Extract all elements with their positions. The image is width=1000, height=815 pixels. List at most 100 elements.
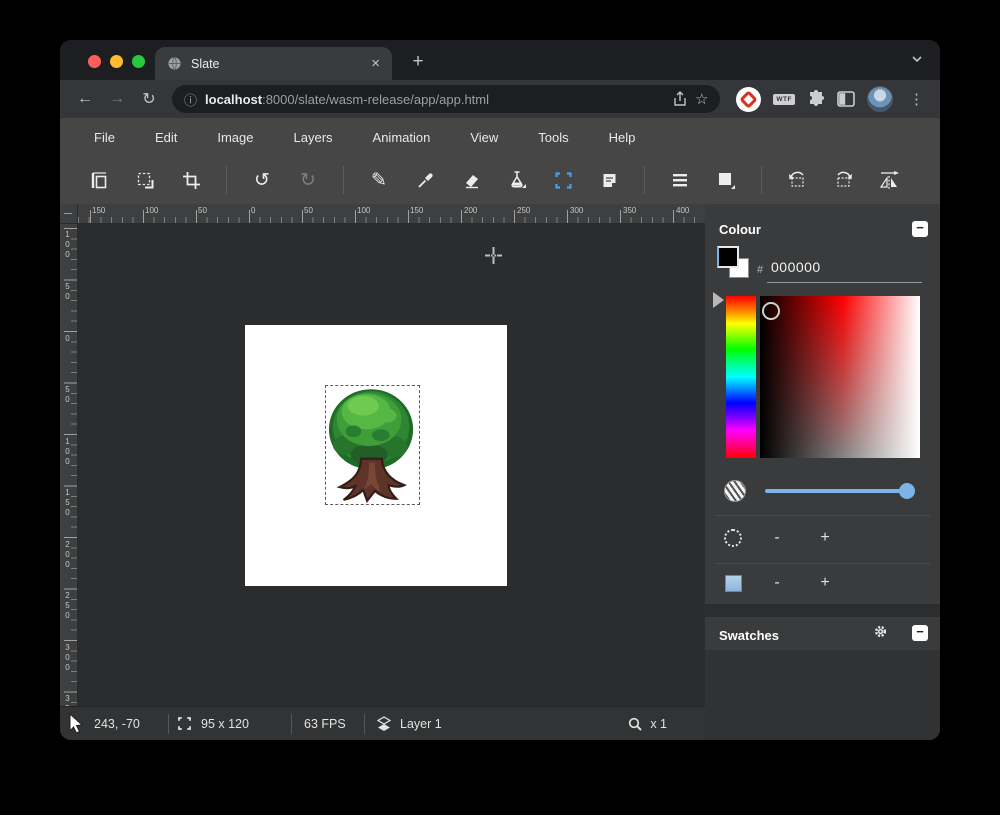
tab-close-icon[interactable]: × (371, 56, 380, 71)
ruler-label: 50 (63, 282, 72, 302)
undo-button[interactable]: ↺ (246, 164, 278, 196)
back-icon[interactable]: ← (72, 86, 98, 112)
menu-animation[interactable]: Animation (353, 118, 451, 156)
right-panel: Colour − # 000000 - + - + Swatches − (705, 204, 940, 740)
hue-slider[interactable] (726, 296, 756, 458)
ruler-corner (60, 204, 78, 224)
ruler-label: 350 (62, 694, 72, 706)
share-icon[interactable] (673, 91, 687, 107)
rotate-ccw-button[interactable] (781, 164, 813, 196)
profile-avatar[interactable] (867, 86, 893, 112)
menu-bar: File Edit Image Layers Animation View To… (60, 118, 940, 156)
url-text: localhost:8000/slate/wasm-release/app/ap… (205, 92, 665, 107)
shape-tool-button[interactable] (710, 164, 742, 196)
menu-edit[interactable]: Edit (135, 118, 197, 156)
browser-tab[interactable]: Slate × (155, 47, 392, 80)
extension-red-icon[interactable] (736, 86, 762, 112)
hex-colour-input[interactable]: 000000 (771, 259, 821, 275)
lightness-plus-button[interactable]: + (811, 526, 839, 550)
shade-minus-button[interactable]: - (763, 571, 791, 595)
magnifier-icon (629, 717, 643, 731)
colour-panel-title: Colour (719, 222, 761, 237)
site-info-icon[interactable]: ⓘ (184, 90, 197, 109)
lightness-minus-button[interactable]: - (763, 526, 791, 550)
url-host: localhost (205, 91, 263, 107)
browser-menu-kebab-icon[interactable]: ⋮ (905, 90, 928, 108)
flip-button[interactable] (873, 164, 905, 196)
forward-icon[interactable]: → (104, 86, 130, 112)
address-bar[interactable]: ⓘ localhost:8000/slate/wasm-release/app/… (172, 85, 721, 113)
traffic-lights (88, 55, 145, 68)
toolbar-divider (226, 166, 227, 194)
saturation-value-picker[interactable] (760, 296, 920, 458)
minimize-window-button[interactable] (110, 55, 123, 68)
zoom-window-button[interactable] (132, 55, 145, 68)
ruler-label: 250 (517, 206, 531, 215)
menu-file[interactable]: File (74, 118, 135, 156)
side-panel-icon[interactable] (837, 91, 855, 107)
fill-tool-button[interactable] (501, 164, 533, 196)
new-tab-button[interactable]: + (405, 49, 431, 75)
hex-input-underline (767, 282, 922, 283)
ruler-label: 300 (63, 643, 72, 673)
notes-tool-button[interactable] (593, 164, 625, 196)
foreground-colour-swatch[interactable] (717, 246, 739, 268)
ruler-label: 50 (304, 206, 313, 215)
eraser-tool-button[interactable] (455, 164, 487, 196)
swatches-panel-title: Swatches (719, 628, 779, 643)
ruler-label: 150 (410, 206, 424, 215)
ruler-label: 100 (145, 206, 159, 215)
ruler-label: 200 (464, 206, 478, 215)
ruler-label: 50 (198, 206, 207, 215)
hue-pointer-icon (713, 292, 724, 308)
current-layer-status[interactable]: Layer 1 (365, 715, 628, 732)
shade-swatch-icon (725, 575, 742, 592)
hex-prefix-label: # (757, 264, 764, 276)
lightness-icon (724, 529, 742, 547)
picker-cursor-ring[interactable] (762, 302, 780, 320)
line-thickness-button[interactable] (664, 164, 696, 196)
crosshair-cursor-icon (485, 247, 502, 264)
status-bar: 243, -70 95 x 120 63 FPS Layer 1 x 1 (60, 706, 705, 740)
cursor-arrow-icon (69, 712, 84, 734)
shade-plus-button[interactable]: + (811, 571, 839, 595)
ruler-label: 0 (251, 206, 256, 215)
alpha-slider[interactable] (765, 489, 907, 493)
ruler-label: 250 (63, 591, 72, 621)
reload-icon[interactable]: ↻ (136, 86, 162, 112)
ruler-label: 100 (357, 206, 371, 215)
alpha-icon (724, 480, 746, 502)
fg-bg-swatches[interactable] (717, 246, 751, 280)
ruler-top: 150 100 50 0 50 100 150 200 250 300 350 400 (78, 204, 705, 224)
swatches-settings-gear-icon[interactable] (873, 624, 888, 639)
colour-collapse-button[interactable]: − (912, 221, 928, 237)
menu-help[interactable]: Help (589, 118, 656, 156)
redo-button[interactable]: ↻ (292, 164, 324, 196)
fps-status: 63 FPS (304, 716, 346, 731)
menu-tools[interactable]: Tools (518, 118, 588, 156)
resize-selection-button[interactable] (129, 164, 161, 196)
swatches-empty-area[interactable] (705, 650, 940, 740)
menu-layers[interactable]: Layers (274, 118, 353, 156)
crop-button[interactable] (175, 164, 207, 196)
canvas-area[interactable]: 150 100 50 0 50 100 150 200 250 300 350 400 100 50 0 5… (60, 204, 705, 706)
bookmark-star-icon[interactable]: ☆ (695, 90, 708, 108)
pencil-tool-button[interactable]: ✎ (363, 164, 395, 196)
eyedropper-tool-button[interactable] (409, 164, 441, 196)
tab-title: Slate (191, 56, 220, 71)
extension-wtf-icon[interactable]: WTF (773, 93, 795, 105)
select-tool-button[interactable] (547, 164, 579, 196)
toolbar-divider (761, 166, 762, 194)
close-window-button[interactable] (88, 55, 101, 68)
extensions-puzzle-icon[interactable] (807, 90, 825, 108)
menu-image[interactable]: Image (197, 118, 273, 156)
resize-canvas-button[interactable] (83, 164, 115, 196)
ruler-label: 50 (63, 385, 72, 405)
swatches-collapse-button[interactable]: − (912, 625, 928, 641)
rotate-cw-button[interactable] (827, 164, 859, 196)
alpha-slider-handle[interactable] (899, 483, 915, 499)
selection-marquee[interactable] (325, 385, 420, 505)
selection-brackets-icon (178, 717, 191, 730)
menu-view[interactable]: View (450, 118, 518, 156)
tab-search-chevron-icon[interactable] (910, 52, 924, 66)
